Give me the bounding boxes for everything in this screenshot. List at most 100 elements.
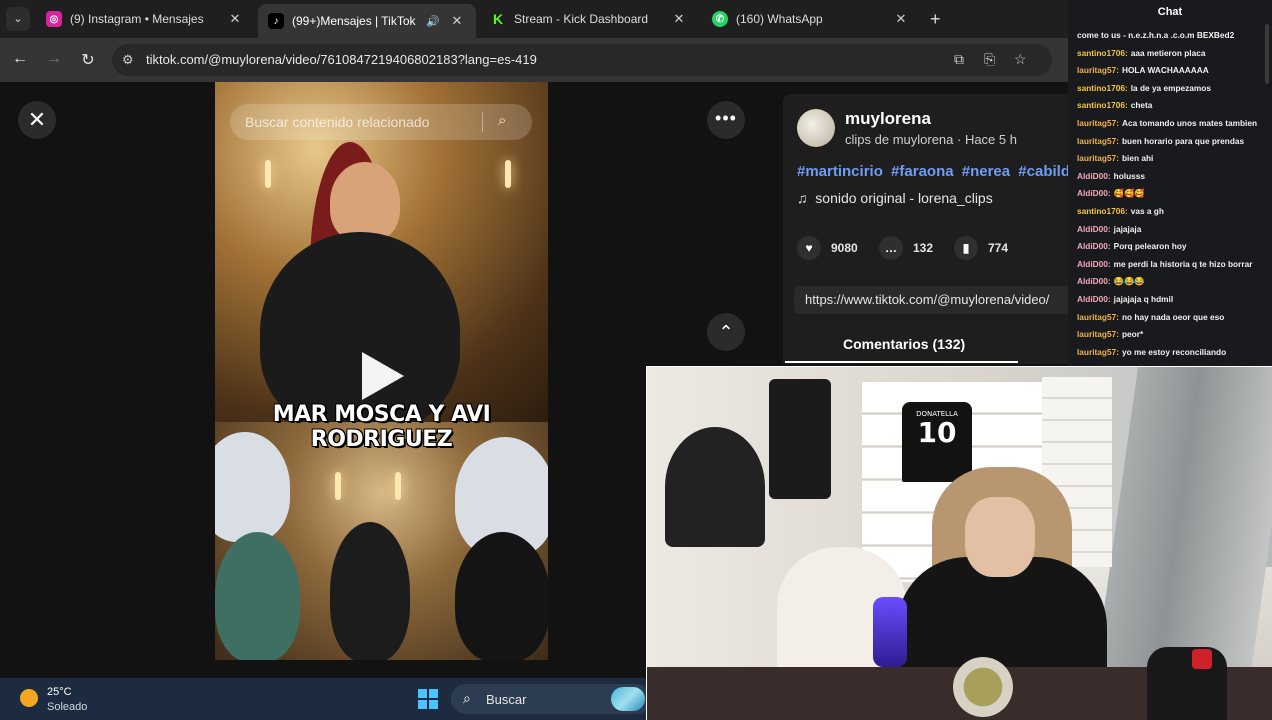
chat-username[interactable]: AldiD00: [1077, 276, 1111, 286]
streamer-face [965, 497, 1035, 577]
chat-message: AldiD00: Porq pelearon hoy [1077, 238, 1269, 256]
tab-tiktok[interactable]: ♪ (99+)Mensajes | TikTok 🔊 ✕ [258, 4, 476, 38]
tab-search-chevron-icon[interactable]: ⌄ [6, 7, 30, 31]
music-note-icon: ♫ [797, 190, 808, 206]
sun-weather-icon[interactable] [20, 689, 38, 707]
weather-condition[interactable]: Soleado [47, 701, 87, 713]
related-search-input[interactable]: Buscar contenido relacionado ⌕ [230, 104, 532, 140]
chat-message: santino1706: la de ya empezamos [1077, 80, 1269, 98]
back-arrow-icon[interactable]: ← [10, 50, 30, 68]
tab-close-icon[interactable]: ✕ [892, 11, 910, 27]
address-bar[interactable]: ⚙ tiktok.com/@muylorena/video/7610847219… [112, 44, 1052, 76]
kick-icon: K [490, 11, 506, 27]
chat-message: lauritag57: peor* [1077, 326, 1269, 344]
sound-link[interactable]: ♫ sonido original - lorena_clips [797, 190, 993, 206]
chat-username[interactable]: AldiD00: [1077, 224, 1111, 234]
thermos-bottle [1147, 647, 1227, 720]
comment-count: 132 [913, 241, 934, 255]
chat-title: Chat [1157, 6, 1183, 18]
tiktok-icon: ♪ [268, 13, 284, 29]
speaker-icon[interactable]: 🔊 [426, 15, 440, 28]
bookmark-star-icon[interactable]: ☆ [1014, 51, 1027, 68]
chat-username[interactable]: santino1706: [1077, 206, 1128, 216]
taskbar-search-box[interactable]: ⌕ Buscar [451, 684, 651, 714]
avatar[interactable] [797, 109, 835, 147]
new-tab-button[interactable]: + [930, 9, 941, 30]
chat-username[interactable]: AldiD00: [1077, 259, 1111, 269]
tab-comments[interactable]: Comentarios (132) [843, 336, 965, 352]
chat-username[interactable]: santino1706: [1077, 100, 1128, 110]
chat-text: cheta [1130, 100, 1153, 111]
chat-username[interactable]: lauritag57: [1077, 153, 1119, 163]
bookmark-icon: ▮ [954, 236, 978, 260]
chat-username[interactable]: AldiD00: [1077, 241, 1111, 251]
previous-video-button[interactable]: ⌃ [707, 313, 745, 351]
hashtag-link[interactable]: #faraona [891, 163, 954, 180]
mate-cup [953, 657, 1013, 717]
chat-text: peor* [1121, 329, 1144, 340]
chat-text: no hay nada oeor que eso [1121, 311, 1225, 322]
author-subtitle: clips de muylorena · Hace 5 h [845, 132, 1017, 147]
chat-username[interactable]: lauritag57: [1077, 118, 1119, 128]
chat-username[interactable]: lauritag57: [1077, 312, 1119, 322]
jersey-number: 10 [917, 416, 957, 449]
search-highlight-icon[interactable] [611, 687, 645, 711]
chat-text: me perdi la historia q te hizo borrar [1113, 258, 1253, 269]
video-player[interactable]: Buscar contenido relacionado ⌕ MAR MOSCA… [215, 82, 548, 660]
framed-jersey: DONATELLA 10 [902, 402, 972, 482]
chat-username[interactable]: AldiD00: [1077, 171, 1111, 181]
thermos-cap [1192, 649, 1212, 669]
tab-close-icon[interactable]: ✕ [226, 11, 244, 27]
tab-whatsapp[interactable]: ✆ (160) WhatsApp ✕ [702, 4, 920, 34]
share-link-field[interactable]: https://www.tiktok.com/@muylorena/video/ [794, 286, 1068, 314]
chat-username[interactable]: AldiD00: [1077, 294, 1111, 304]
chat-message: come to us - n.e.z.h.n.a .c.o.m BEXBed2 [1077, 27, 1269, 45]
chat-username[interactable]: lauritag57: [1077, 347, 1119, 357]
chat-username[interactable]: santino1706: [1077, 83, 1128, 93]
site-info-icon[interactable]: ⚙ [122, 52, 134, 68]
tab-close-icon[interactable]: ✕ [670, 11, 688, 27]
forward-arrow-icon[interactable]: → [44, 50, 64, 68]
search-icon[interactable]: ⌕ [498, 112, 506, 129]
tab-close-icon[interactable]: ✕ [448, 13, 466, 29]
author-username[interactable]: muylorena [845, 109, 931, 129]
video-frame-bottom [215, 422, 548, 660]
chat-message: santino1706: vas a gh [1077, 203, 1269, 221]
weather-temperature[interactable]: 25°C [47, 686, 72, 698]
tab-instagram[interactable]: ◎ (9) Instagram • Mensajes ✕ [36, 4, 254, 34]
chat-text: buen horario para que prendas [1121, 135, 1245, 146]
hashtag-link[interactable]: #nerea [962, 163, 1010, 180]
chat-text: bien ahi [1121, 153, 1154, 164]
chat-message: lauritag57: buen horario para que prendas [1077, 133, 1269, 151]
chat-text: vas a gh [1130, 205, 1164, 216]
chat-username[interactable]: lauritag57: [1077, 65, 1119, 75]
save-count: 774 [988, 241, 1009, 255]
chat-text: yo me estoy reconciliando [1121, 346, 1227, 357]
comment-button[interactable]: … 132 [879, 236, 933, 260]
tab-title: (9) Instagram • Mensajes [70, 12, 204, 26]
chat-text: come to us - n.e.z.h.n.a .c.o.m BEXBed2 [1077, 30, 1235, 40]
like-count: 9080 [831, 241, 858, 255]
chat-username[interactable]: AldiD00: [1077, 188, 1111, 198]
hashtag-link[interactable]: #martincirio [797, 163, 883, 180]
play-icon[interactable] [362, 352, 404, 400]
url-text[interactable]: tiktok.com/@muylorena/video/761084721940… [146, 52, 537, 67]
chat-text: holusss [1113, 170, 1146, 181]
save-button[interactable]: ▮ 774 [954, 236, 1008, 260]
chat-message: AldiD00: holusss [1077, 168, 1269, 186]
close-video-button[interactable]: ✕ [18, 101, 56, 139]
reload-icon[interactable]: ↻ [78, 50, 98, 70]
chat-username[interactable]: santino1706: [1077, 48, 1128, 58]
chat-message: AldiD00: 😂😂😂 [1077, 273, 1269, 291]
chat-username[interactable]: lauritag57: [1077, 136, 1119, 146]
tab-title: (160) WhatsApp [736, 12, 823, 26]
windows-start-icon[interactable] [418, 689, 438, 709]
translate-icon[interactable]: ⧉ [954, 51, 964, 68]
chat-text: Aca tomando unos mates tambien [1121, 117, 1258, 128]
chat-username[interactable]: lauritag57: [1077, 329, 1119, 339]
tab-kick[interactable]: K Stream - Kick Dashboard ✕ [480, 4, 698, 34]
install-app-icon[interactable]: ⎘ [984, 51, 995, 68]
wall-lamp [395, 472, 401, 500]
like-button[interactable]: ♥ 9080 [797, 236, 858, 260]
more-options-button[interactable]: ••• [707, 101, 745, 139]
